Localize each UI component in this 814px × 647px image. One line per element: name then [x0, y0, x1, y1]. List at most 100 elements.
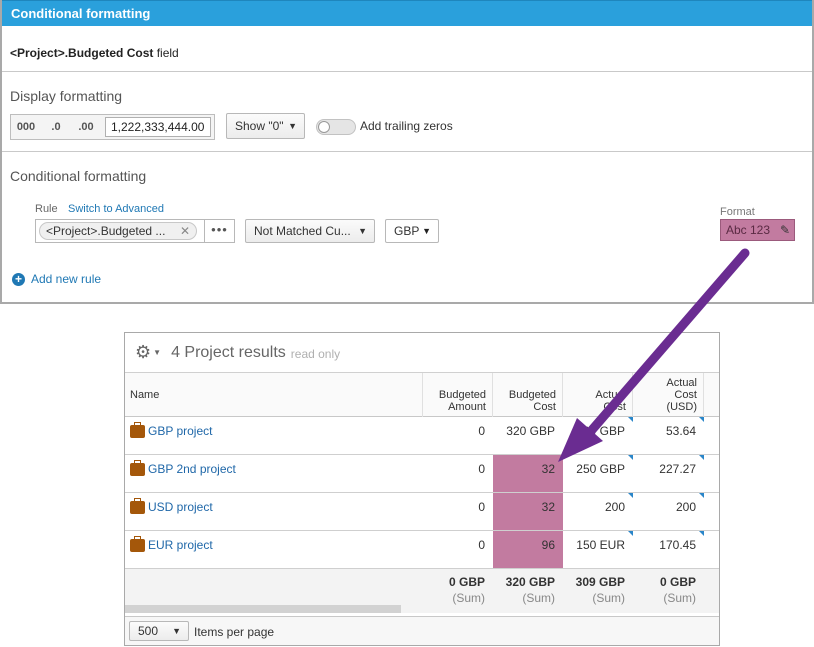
- show-zero-dropdown[interactable]: Show "0" ▼: [226, 113, 305, 139]
- briefcase-icon: [130, 460, 145, 476]
- more-options-button[interactable]: •••: [204, 219, 235, 243]
- format-sample: Abc 123: [726, 223, 771, 237]
- actual-cost-value: 150 EUR: [576, 538, 625, 552]
- table-row: EUR project 0 96 150 EUR 170.45: [125, 531, 719, 569]
- display-formatting-title: Display formatting: [10, 88, 123, 104]
- column-header-label: Cost: [533, 401, 556, 413]
- panel-title: Conditional formatting: [2, 0, 812, 26]
- field-suffix: field: [156, 46, 179, 60]
- items-per-page-label: Items per page: [194, 625, 275, 639]
- comment-marker-icon: [699, 455, 704, 460]
- actual-cost-usd-cell: 170.45: [633, 531, 704, 568]
- project-name: EUR project: [148, 538, 213, 552]
- comment-marker-icon: [699, 531, 704, 536]
- actual-cost-cell: 150 EUR: [563, 531, 633, 568]
- chevron-down-icon[interactable]: ▼: [153, 348, 161, 357]
- actual-cost-value: 250 GBP: [576, 462, 625, 476]
- grid-title: 4 Project results: [171, 343, 286, 361]
- chevron-down-icon: ▼: [172, 626, 181, 636]
- currency-dropdown[interactable]: GBP ▼: [385, 219, 439, 243]
- column-header-label: (USD): [666, 401, 697, 413]
- show-zero-value: Show "0": [235, 119, 284, 133]
- table-row: GBP project 0 320 GBP 309 GBP 53.64: [125, 417, 719, 455]
- gear-icon[interactable]: ⚙: [135, 342, 151, 363]
- field-chip: <Project>.Budgeted ... ✕: [39, 222, 197, 240]
- toggle-knob: [318, 121, 330, 133]
- project-link[interactable]: GBP 2nd project: [125, 455, 423, 492]
- actual-cost-usd-value: 227.27: [659, 462, 696, 476]
- column-header-label: Name: [130, 389, 160, 401]
- actual-cost-cell: 309 GBP: [563, 417, 633, 454]
- items-per-page-dropdown[interactable]: 500 ▼: [129, 621, 189, 641]
- comment-marker-icon: [699, 417, 704, 422]
- column-header-actual-cost-usd[interactable]: Actual Cost (USD): [633, 373, 704, 417]
- number-format-group: 000 .0 .00 1,222,333,444.00: [10, 114, 215, 140]
- field-chip-label: <Project>.Budgeted ...: [46, 224, 166, 238]
- project-link[interactable]: GBP project: [125, 417, 423, 454]
- comment-marker-icon: [699, 493, 704, 498]
- project-name: GBP 2nd project: [148, 462, 236, 476]
- format-swatch-button[interactable]: Abc 123 ✎: [720, 219, 795, 241]
- actual-cost-cell: 250 GBP: [563, 455, 633, 492]
- currency-value: GBP: [394, 224, 420, 238]
- briefcase-icon: [130, 422, 145, 438]
- plus-circle-icon: +: [12, 272, 25, 286]
- budgeted-amount-cell: 0: [478, 500, 485, 514]
- table-row: GBP 2nd project 0 32 250 GBP 227.27: [125, 455, 719, 493]
- budgeted-amount-cell: 0: [478, 462, 485, 476]
- column-header-budgeted-cost[interactable]: Budgeted Cost: [493, 373, 563, 417]
- briefcase-icon: [130, 536, 145, 552]
- decrease-decimals-button[interactable]: .0: [41, 115, 71, 139]
- project-link[interactable]: EUR project: [125, 531, 423, 568]
- column-header-name[interactable]: Name: [125, 373, 423, 417]
- column-header-label: Cost: [674, 389, 697, 401]
- caret-down-icon: ▼: [422, 226, 431, 236]
- switch-to-advanced-link[interactable]: Switch to Advanced: [68, 203, 164, 215]
- sum-label: (Sum): [452, 591, 485, 605]
- field-caption: <Project>.Budgeted Cost field: [10, 46, 179, 60]
- column-header-actual-cost[interactable]: Actual Cost: [563, 373, 633, 417]
- project-link[interactable]: USD project: [125, 493, 423, 530]
- column-header-budgeted-amount[interactable]: Budgeted Amount: [423, 373, 493, 417]
- budgeted-cost-cell-highlighted: 32: [493, 493, 563, 530]
- project-name: USD project: [148, 500, 213, 514]
- sum-value: 320 GBP: [505, 575, 555, 589]
- column-header-label: Actual: [595, 389, 626, 401]
- trailing-zeros-toggle[interactable]: [316, 119, 356, 135]
- thousands-separator-button[interactable]: 000: [11, 115, 41, 139]
- sum-value: 0 GBP: [659, 575, 696, 589]
- sum-label: (Sum): [522, 591, 555, 605]
- conditional-formatting-title: Conditional formatting: [10, 168, 147, 184]
- column-header-label: Actual: [666, 377, 697, 389]
- chevron-down-icon: ▼: [358, 226, 367, 236]
- actual-cost-usd-value: 200: [675, 500, 696, 514]
- budgeted-amount-cell: 0: [478, 424, 485, 438]
- grid-title-bar: ⚙ ▼ 4 Project results read only: [135, 342, 340, 363]
- sum-budgeted-amount: 0 GBP (Sum): [423, 575, 493, 605]
- increase-decimals-button[interactable]: .00: [71, 115, 101, 139]
- sum-value: 309 GBP: [575, 575, 625, 589]
- project-name: GBP project: [148, 424, 213, 438]
- add-new-rule-link[interactable]: + Add new rule: [12, 272, 101, 286]
- actual-cost-value: 309 GBP: [576, 424, 625, 438]
- rule-label: Rule: [35, 203, 58, 215]
- budgeted-cost-cell: 320 GBP: [506, 424, 555, 438]
- sum-label: (Sum): [663, 591, 696, 605]
- actual-cost-usd-value: 53.64: [665, 424, 696, 438]
- project-results-grid: ⚙ ▼ 4 Project results read only Name Bud…: [124, 332, 720, 646]
- sum-actual-cost: 309 GBP (Sum): [563, 575, 633, 605]
- pencil-icon: ✎: [779, 223, 790, 237]
- budgeted-amount-cell: 0: [478, 538, 485, 552]
- close-icon[interactable]: ✕: [180, 223, 190, 239]
- column-header-label: Budgeted: [508, 389, 556, 401]
- actual-cost-value: 200: [604, 500, 625, 514]
- actual-cost-usd-cell: 53.64: [633, 417, 704, 454]
- number-format-preview: 1,222,333,444.00: [105, 117, 211, 137]
- table-row: USD project 0 32 200 200: [125, 493, 719, 531]
- operator-value: Not Matched Cu...: [254, 224, 351, 238]
- horizontal-scrollbar[interactable]: [125, 605, 401, 613]
- actual-cost-usd-value: 170.45: [659, 538, 696, 552]
- operator-dropdown[interactable]: Not Matched Cu... ▼: [245, 219, 375, 243]
- add-new-rule-label: Add new rule: [31, 272, 102, 286]
- sum-budgeted-cost: 320 GBP (Sum): [493, 575, 563, 605]
